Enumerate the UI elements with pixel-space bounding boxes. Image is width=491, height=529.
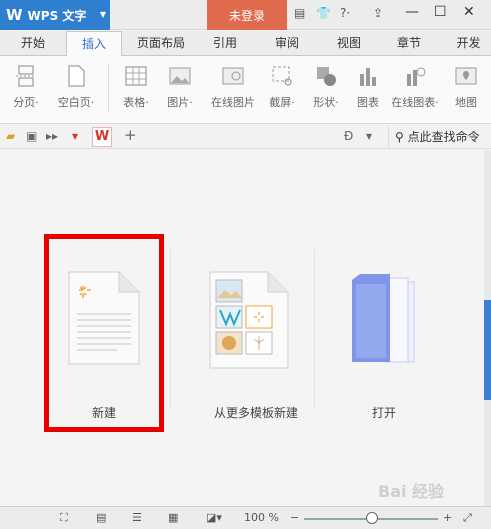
app-name: WPS 文字: [27, 8, 87, 23]
screenshot-button[interactable]: 截屏·: [262, 56, 302, 124]
blank-page-button[interactable]: 空白页·: [50, 56, 102, 124]
card-divider: [170, 250, 171, 410]
template-card[interactable]: 从更多模板新建: [194, 270, 318, 420]
scrollbar-thumb[interactable]: [484, 300, 491, 400]
command-search[interactable]: ⚲ 点此查找命令: [388, 125, 480, 149]
quick-access-toolbar: ▰ ▣ ▸▸ ▾ W + Ð ▾ ⚲ 点此查找命令: [0, 125, 491, 149]
folder-icon: [352, 274, 415, 363]
eye-protect-icon[interactable]: ◪▾: [206, 511, 222, 524]
picture-button[interactable]: 图片·: [158, 56, 202, 124]
tab-page-layout[interactable]: 页面布局: [128, 31, 194, 56]
shape-icon: [317, 67, 336, 86]
open-folder-icon[interactable]: ▰: [6, 129, 15, 143]
open-document-card[interactable]: 打开: [344, 270, 424, 420]
chart-icon: [360, 68, 376, 86]
zoom-out-icon[interactable]: −: [290, 511, 299, 524]
zoom-in-icon[interactable]: +: [443, 511, 452, 524]
help-icon[interactable]: ?·: [340, 6, 350, 20]
status-bar: ⛶ ▤ ☰ ▦ ◪▾ 100 % − + ⤢: [0, 506, 491, 529]
vertical-scrollbar[interactable]: [484, 150, 491, 506]
app-menu-button[interactable]: W WPS 文字 ▼: [0, 0, 110, 30]
page-view-icon[interactable]: ▤: [96, 511, 106, 524]
tab-home[interactable]: 开始: [8, 31, 58, 56]
template-label: 从更多模板新建: [213, 406, 298, 420]
online-chart-icon: [407, 67, 426, 86]
tab-section[interactable]: 章节: [384, 31, 434, 56]
shirt-icon[interactable]: 👕: [316, 6, 331, 20]
ribbon-toolbar: 分页· 空白页· 表格· 图片· 在线图片 截屏· 形状· 图表 在线图表· 地…: [0, 56, 491, 124]
save-icon[interactable]: ▣: [26, 129, 37, 143]
page-break-icon: [16, 65, 36, 87]
search-icon: ⚲: [395, 130, 408, 144]
card-divider: [314, 250, 315, 410]
tab-insert[interactable]: 插入: [66, 31, 122, 57]
close-icon[interactable]: ✕: [463, 4, 475, 20]
screenshot-icon: [272, 66, 292, 86]
blank-page-icon: [68, 65, 85, 87]
table-button[interactable]: 表格·: [114, 56, 158, 124]
ribbon-separator: [108, 64, 109, 112]
tab-reference[interactable]: 引用: [200, 31, 250, 56]
minimize-icon[interactable]: —: [405, 4, 419, 20]
upload-icon[interactable]: ⇪: [373, 6, 383, 20]
dropdown-icon[interactable]: ▾: [72, 129, 78, 143]
skin-icon[interactable]: ▤: [294, 6, 305, 20]
tab-view[interactable]: 视图: [324, 31, 374, 56]
pin-icon[interactable]: ▾: [366, 129, 372, 143]
shape-button[interactable]: 形状·: [306, 56, 346, 124]
chart-button[interactable]: 图表: [350, 56, 386, 124]
title-bar: W WPS 文字 ▼ 未登录 ▤ 👕 ?· ⇪ — ☐ ✕: [0, 0, 491, 30]
online-chart-button[interactable]: 在线图表·: [388, 56, 442, 124]
tab-review[interactable]: 审阅: [262, 31, 312, 56]
zoom-slider-handle[interactable]: [366, 512, 378, 524]
page-break-button[interactable]: 分页·: [4, 56, 48, 124]
zoom-level: 100 %: [244, 511, 279, 524]
table-icon: [125, 66, 147, 86]
ribbon-tabs: 开始 插入 页面布局 引用 审阅 视图 章节 开发: [0, 31, 491, 57]
fit-page-icon[interactable]: ⛶: [60, 511, 68, 525]
picture-icon: [169, 67, 191, 85]
online-picture-button[interactable]: 在线图片: [206, 56, 260, 124]
wps-doc-tab-icon[interactable]: W: [92, 127, 112, 147]
more-icon[interactable]: ▸▸: [46, 129, 58, 143]
tab-develop[interactable]: 开发: [446, 31, 491, 56]
map-icon: [455, 67, 477, 85]
online-picture-icon: [222, 67, 244, 85]
fullscreen-icon[interactable]: ⤢: [463, 511, 472, 525]
watermark: Bai 经验: [378, 482, 445, 501]
web-view-icon[interactable]: ▦: [168, 511, 178, 524]
d-icon[interactable]: Ð: [344, 129, 353, 143]
highlight-frame: [44, 234, 164, 432]
open-document-label: 打开: [371, 406, 396, 420]
outline-view-icon[interactable]: ☰: [132, 511, 142, 524]
login-button[interactable]: 未登录: [207, 0, 287, 30]
chevron-down-icon: ▼: [99, 10, 106, 19]
map-button[interactable]: 地图: [446, 56, 486, 124]
new-tab-icon[interactable]: +: [124, 126, 137, 144]
maximize-icon[interactable]: ☐: [434, 4, 447, 20]
wps-logo-icon: W: [6, 6, 23, 24]
template-document-icon: [209, 271, 289, 369]
